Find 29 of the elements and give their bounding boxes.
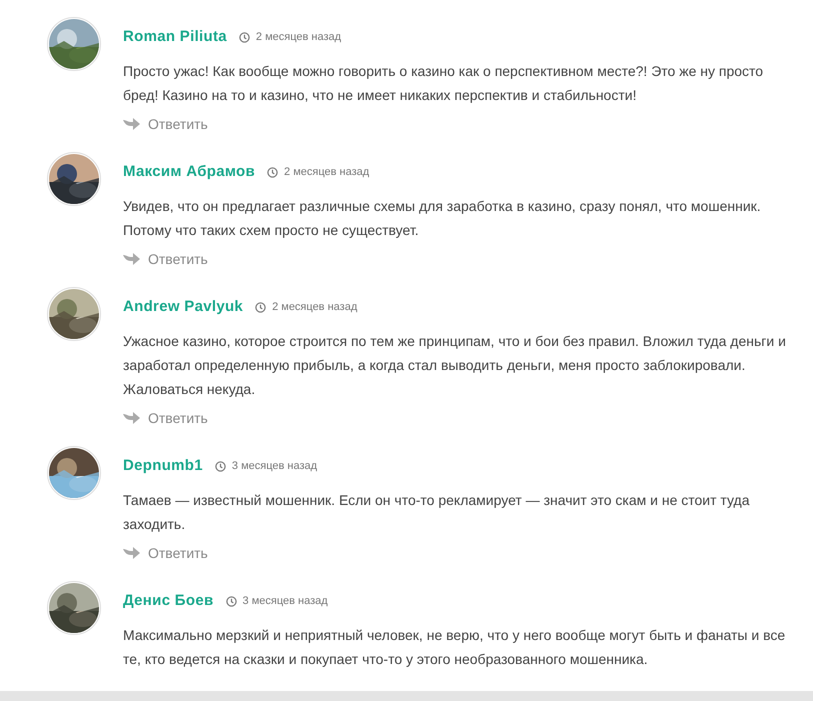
reply-icon xyxy=(123,547,140,560)
comment-text: Максимально мерзкий и неприятный человек, не верю, что у него вообще могут быть и фанаты и все те, кто ведется на сказки и покупает что-то у этого необразованного мошенника. xyxy=(123,626,786,669)
comment-text: Просто ужас! Как вообще можно говорить о казино как о перспективном месте?! Это же ну просто бред! Казино на то и казино, что не имеет никаких перспектив и стабильности! xyxy=(123,62,764,105)
comment-date: 2 месяцев назад xyxy=(272,300,358,315)
author-name[interactable]: Depnumb1 xyxy=(123,454,203,478)
clock-icon xyxy=(226,596,237,606)
author-name[interactable]: Денис Боев xyxy=(123,590,214,612)
reply-link[interactable]: Ответить xyxy=(123,114,208,135)
comment-date: 3 месяцев назад xyxy=(232,458,318,474)
reply-icon xyxy=(123,118,140,131)
comment-date: 2 месяцев назад xyxy=(284,164,370,180)
clock-icon xyxy=(238,32,250,42)
reply-link[interactable]: Ответить xyxy=(123,249,208,270)
reply-icon xyxy=(123,253,140,266)
author-name[interactable]: Andrew Pavlyuk xyxy=(123,296,244,318)
scrollbar[interactable] xyxy=(0,691,813,701)
clock-icon xyxy=(214,460,226,472)
comment-date: 2 месяцев назад xyxy=(256,30,342,45)
comment-text: Ужасное казино, которое строится по тем же принципам, что и бои без правил. Вложил туда деньги и заработал определенную прибыль, а когда стал выводить деньги, меня просто заблокировали. Жаловаться некуда. xyxy=(123,332,787,399)
author-name[interactable]: Roman Piliuta xyxy=(123,26,227,48)
reply-link[interactable]: Ответить xyxy=(123,408,208,429)
clock-icon xyxy=(255,302,266,312)
clock-icon xyxy=(267,166,278,178)
reply-icon xyxy=(123,412,140,425)
comment-text: Тамаев — известный мошенник. Если он что-то рекламирует — значит это скам и не стоит туда заходить. xyxy=(123,491,750,534)
comment-date: 3 месяцев назад xyxy=(242,594,328,609)
reply-link[interactable]: Ответить xyxy=(123,543,208,564)
comment-text: Увидев, что он предлагает различные схемы для заработка в казино, сразу понял, что мошенник. Потому что таких схем просто не существует. xyxy=(123,197,762,240)
author-name[interactable]: Максим Абрамов xyxy=(123,160,256,184)
